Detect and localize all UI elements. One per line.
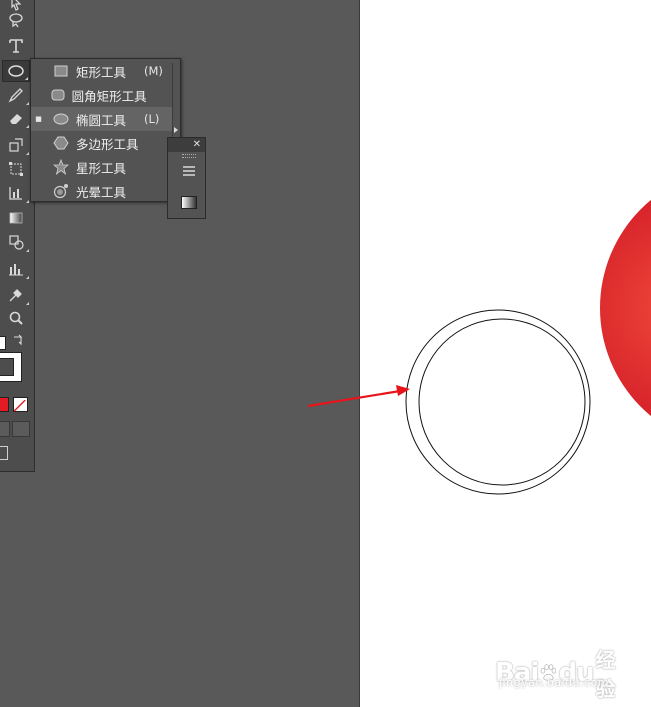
flyout-item-label: 多边形工具 xyxy=(76,136,139,152)
scale-tool[interactable] xyxy=(2,134,30,156)
eyedropper-tool[interactable] xyxy=(2,284,30,306)
screen-mode-button[interactable] xyxy=(0,446,8,460)
pencil-tool[interactable] xyxy=(2,84,30,106)
flyout-indicator xyxy=(26,200,29,203)
baidu-jingyan-watermark: Bai du 经验 jingyan.baidu.com xyxy=(495,636,625,701)
flyout-item-rounded-rectangle[interactable]: 圆角矩形工具 xyxy=(31,83,172,107)
flyout-item-polygon[interactable]: 多边形工具 xyxy=(31,131,172,155)
gradient-swatch[interactable] xyxy=(181,196,197,209)
zoom-icon xyxy=(9,311,23,325)
polygon-icon xyxy=(53,136,69,150)
column-graph-icon xyxy=(9,264,23,276)
color-mode-button[interactable] xyxy=(0,397,9,412)
outer-circle[interactable] xyxy=(405,309,591,495)
grip-icon[interactable] xyxy=(182,154,196,158)
flyout-item-ellipse[interactable]: ■ 椭圆工具 (L) xyxy=(31,107,172,131)
lasso-icon xyxy=(9,13,23,28)
column-graph-tool[interactable] xyxy=(2,258,30,280)
tearoff-arrow-icon[interactable] xyxy=(174,127,178,133)
draw-mode-button[interactable] xyxy=(0,421,10,437)
type-tool[interactable] xyxy=(2,35,30,57)
star-icon xyxy=(53,159,69,175)
flyout-indicator xyxy=(26,152,29,155)
close-icon[interactable]: ✕ xyxy=(193,138,201,152)
zoom-tool[interactable] xyxy=(2,307,30,329)
red-sphere[interactable] xyxy=(600,168,651,448)
flyout-item-shortcut: (M) xyxy=(144,64,163,78)
shape-tools-flyout: 矩形工具 (M) 圆角矩形工具 ■ 椭圆工具 (L) 多边形工具 星形工具 光晕… xyxy=(30,58,181,202)
graph-icon xyxy=(9,187,22,200)
ellipse-tool[interactable] xyxy=(2,60,30,82)
rectangle-icon xyxy=(54,65,68,77)
eraser-tool[interactable] xyxy=(2,107,30,129)
flyout-indicator xyxy=(26,125,29,128)
flyout-indicator xyxy=(26,302,29,305)
panel-menu-icon[interactable] xyxy=(182,165,196,179)
pencil-icon xyxy=(8,88,23,103)
shape-builder-icon xyxy=(9,235,24,250)
swap-colors-icon[interactable] xyxy=(12,334,24,346)
flyout-indicator xyxy=(26,102,29,105)
draw-inside-button[interactable] xyxy=(12,421,30,437)
watermark-url: jingyan.baidu.com xyxy=(499,676,610,689)
free-transform-icon xyxy=(9,162,23,176)
floating-panel: ✕ xyxy=(167,137,206,219)
watermark-cn: 经验 xyxy=(595,648,616,701)
ellipse-icon xyxy=(53,113,69,125)
annotation-arrow-shaft xyxy=(307,389,401,408)
flyout-item-label: 椭圆工具 xyxy=(76,112,127,128)
flyout-item-label: 光晕工具 xyxy=(76,184,127,200)
free-transform-tool[interactable] xyxy=(2,158,30,180)
none-icon xyxy=(13,399,26,412)
gradient-tool[interactable] xyxy=(2,207,30,229)
rounded-rectangle-icon xyxy=(51,89,65,101)
flyout-item-label: 矩形工具 xyxy=(76,64,127,80)
eyedropper-icon xyxy=(9,289,22,302)
flyout-item-star[interactable]: 星形工具 xyxy=(31,155,172,179)
watermark-logo: Bai du 经验 xyxy=(495,644,625,702)
flyout-item-flare[interactable]: 光晕工具 xyxy=(31,179,172,203)
flare-icon xyxy=(53,184,68,199)
shape-builder-tool[interactable] xyxy=(2,231,30,253)
stroke-swatch-inner xyxy=(0,358,14,376)
inner-circle[interactable] xyxy=(418,318,586,486)
flyout-indicator xyxy=(25,77,28,80)
graph-tool[interactable] xyxy=(2,182,30,204)
flyout-item-label: 星形工具 xyxy=(76,160,127,176)
type-icon xyxy=(9,39,23,53)
flyout-item-label: 圆角矩形工具 xyxy=(71,88,147,104)
scale-icon xyxy=(9,138,23,152)
flyout-item-shortcut: (L) xyxy=(144,112,160,126)
flyout-indicator xyxy=(26,249,29,252)
none-mode-button[interactable] xyxy=(13,397,28,412)
annotation-arrow-head xyxy=(396,385,410,396)
eraser-icon xyxy=(10,114,22,124)
flyout-item-rectangle[interactable]: 矩形工具 (M) xyxy=(31,59,172,83)
flyout-indicator xyxy=(26,276,29,279)
ellipse-icon xyxy=(8,65,24,77)
panel-title-bar[interactable]: ✕ xyxy=(168,138,205,152)
selected-marker: ■ xyxy=(35,115,42,123)
fill-swatch[interactable] xyxy=(0,336,6,350)
gradient-icon xyxy=(9,212,23,224)
lasso-tool[interactable] xyxy=(2,9,30,31)
